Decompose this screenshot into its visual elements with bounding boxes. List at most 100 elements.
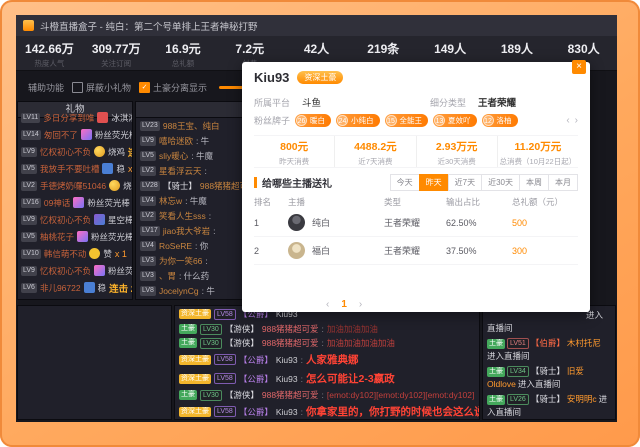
filter-tab[interactable]: 今天	[390, 174, 420, 191]
enter-row[interactable]: 土豪LV51【伯爵】木村托尼进入直播间	[487, 337, 611, 363]
level-badge: LV51	[507, 338, 529, 349]
consume-stat: 800元昨天消费	[254, 136, 334, 167]
message-text: : 你	[195, 240, 208, 252]
fan-level: 24	[337, 115, 348, 126]
column-header: 总礼额（元）	[512, 196, 578, 208]
fan-level: 12	[483, 115, 494, 126]
role-label: 【公爵】	[239, 354, 273, 366]
chat-row[interactable]: 土豪LV30【游侠】988猪猪超可爱 : [emot:dy102][emot:d…	[175, 388, 479, 402]
gift-row[interactable]: LV9忆权初心不负烧鸡连击 3	[18, 143, 132, 160]
filter-tab[interactable]: 本月	[548, 174, 578, 191]
fan-badge[interactable]: 24小纯白	[336, 114, 380, 127]
stat-value: 149人	[417, 40, 484, 57]
level-badge: LV9	[21, 215, 37, 225]
table-row[interactable]: 2福白王者荣耀37.50%300	[254, 237, 578, 265]
gift-name: 烧鸡	[123, 180, 132, 192]
message-text: 怎么可能让2-3嬴政	[306, 371, 395, 386]
prev-page-icon[interactable]: ‹	[326, 299, 329, 310]
filter-tab[interactable]: 本周	[519, 174, 549, 191]
chat-row[interactable]: 资深土豪LV58【公爵】Kiu93 : 你拿家里的，你打野的时候也会这么说的	[175, 402, 479, 420]
stat-value: 4488.2元	[335, 139, 415, 154]
fan-badge[interactable]: 12洛柚	[482, 114, 518, 127]
message-text: : 牛魔	[185, 195, 207, 207]
glowstick-icon	[94, 265, 105, 276]
filter-tab[interactable]: 昨天	[419, 174, 449, 191]
filter-tab[interactable]: 近7天	[448, 174, 482, 191]
gift-row[interactable]: LV5我放手不要吐槽稳x 1	[18, 160, 132, 177]
prev-arrow-icon[interactable]: ‹	[566, 115, 569, 126]
level-badge: LV5	[140, 151, 156, 161]
level-badge: LV23	[140, 121, 160, 131]
user-name: 安明明c	[567, 394, 597, 404]
gift-row[interactable]: LV14匆回不了粉丝荧光棒连击 6	[18, 126, 132, 143]
anchor-cell: 福白	[288, 242, 384, 259]
chat-row[interactable]: 土豪LV30【游侠】988猪猪超可爱 : 加油加油加油	[175, 322, 479, 336]
fan-level: 13	[434, 115, 445, 126]
fan-name: 暖白	[310, 115, 325, 126]
level-badge: LV30	[200, 390, 222, 401]
stat-value: 16.9元	[150, 40, 217, 57]
user-name: 988王宝、纯白	[163, 120, 220, 132]
enter-row[interactable]: 土豪LV26【骑士】安明明c进入直播间	[487, 393, 611, 419]
glowstick-icon	[77, 231, 88, 242]
block-small-gifts-checkbox[interactable]: 屏蔽小礼物	[72, 81, 131, 94]
chat-row[interactable]: 资深土豪LV58【公爵】Kiu93 : 怎么可能让2-3嬴政	[175, 369, 479, 388]
type-cell: 王者荣耀	[384, 244, 446, 257]
level-badge: LV4	[140, 196, 156, 206]
table-row[interactable]: 1纯白王者荣耀62.50%500	[254, 209, 578, 237]
rich-badge: 资深土豪	[179, 374, 211, 384]
gift-name: 粉丝荧光棒	[108, 265, 132, 277]
column-header: 输出占比	[446, 196, 512, 208]
gift-row[interactable]: LV6非儿96722稳连击 2	[18, 279, 132, 296]
sender-name: 非儿96722	[40, 282, 81, 294]
checkbox-icon	[72, 82, 83, 93]
sender-name: 忆权初心不负	[40, 146, 91, 158]
message-text: : 牛	[202, 285, 215, 297]
type-label: 细分类型	[430, 96, 466, 109]
rich-badge: 资深土豪	[179, 355, 211, 365]
role-label: 【游侠】	[225, 337, 259, 349]
stable-icon	[102, 163, 113, 174]
level-badge: LV4	[140, 241, 156, 251]
separator: :	[322, 324, 324, 334]
fan-badge[interactable]: 13夏效吖	[433, 114, 477, 127]
level-badge: LV28	[140, 181, 160, 191]
consume-stat: 4488.2元近7天消费	[334, 136, 415, 167]
gift-row[interactable]: LV9忆权初心不负粉丝荧光棒x 15	[18, 262, 132, 279]
role-label: 【游侠】	[225, 323, 259, 335]
message-text: 加油加油加油加油	[327, 337, 395, 349]
filter-tab[interactable]: 近30天	[481, 174, 520, 191]
gift-name: 星空棒棒糖	[108, 214, 132, 226]
chat-row[interactable]: 土豪LV30【游侠】988猪猪超可爱 : 加油加油加油加油	[175, 336, 479, 350]
user-name: 988猪猪超可爱	[262, 337, 319, 349]
enter-row[interactable]: 土豪LV34【骑士】旧爱Oldlove进入直播间	[487, 365, 611, 391]
sender-name: 手德烤奶囉51046	[40, 180, 106, 192]
fan-badge[interactable]: 15全能王	[385, 114, 429, 127]
stable-icon	[84, 282, 95, 293]
close-icon[interactable]: ×	[572, 60, 586, 74]
chat-row[interactable]: 资深土豪LV58【公爵】Kiu93 : 人家雅典娜	[175, 350, 479, 369]
next-page-icon[interactable]: ›	[359, 299, 362, 310]
fan-badge[interactable]: 26暖白	[295, 114, 331, 127]
gift-row[interactable]: LV1609神话粉丝荧光棒连击 2	[18, 194, 132, 211]
next-arrow-icon[interactable]: ›	[575, 115, 578, 126]
enter-text: 进入直播间	[487, 351, 530, 361]
gift-row[interactable]: LV10韩信萌不动赞x 1	[18, 245, 132, 262]
gift-row[interactable]: LV2手德烤奶囉51046烧鸡x 1	[18, 177, 132, 194]
gift-row[interactable]: LV9忆权初心不负星空棒棒糖x 1	[18, 211, 132, 228]
role-label: 【公爵】	[239, 373, 273, 385]
level-badge: LV8	[140, 286, 156, 296]
candy-icon	[94, 214, 105, 225]
separator: :	[301, 374, 303, 384]
level-badge: LV58	[214, 354, 236, 365]
percent-cell: 37.50%	[446, 246, 512, 256]
rich-badge: 资深土豪	[179, 309, 211, 319]
gift-row[interactable]: LV5柚桃花子粉丝荧光棒x 10	[18, 228, 132, 245]
current-page[interactable]: 1	[341, 299, 347, 310]
rich-split-checkbox[interactable]: ✓ 土豪分离显示	[139, 81, 207, 94]
gift-name: 稳	[98, 282, 107, 294]
gift-name: 粉丝荧光棒	[91, 231, 132, 243]
rich-badge: 资深土豪	[179, 407, 211, 417]
enter-row[interactable]: 进入直播间	[487, 309, 611, 335]
gift-row[interactable]: LV11多日分享到唯冰淇淋x 1	[18, 109, 132, 126]
